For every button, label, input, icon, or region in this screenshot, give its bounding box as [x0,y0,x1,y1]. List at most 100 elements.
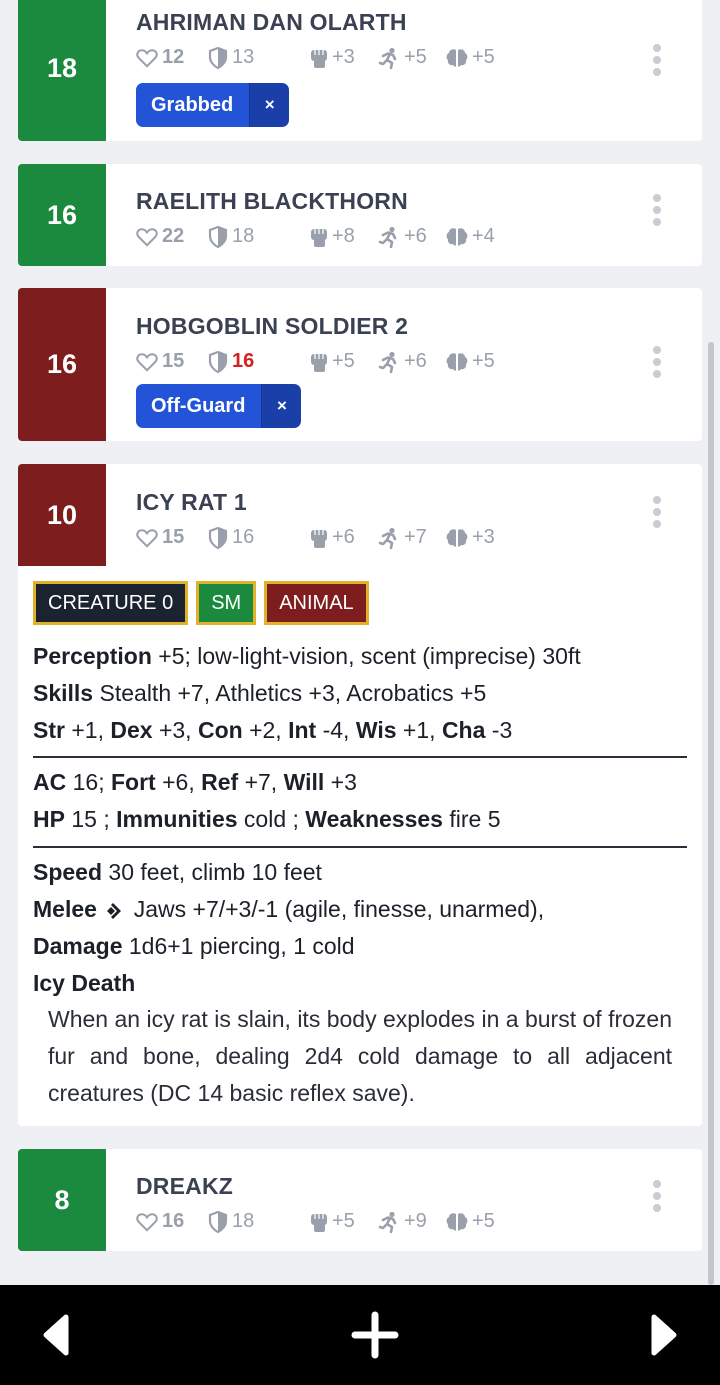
fist-icon [311,49,327,68]
reflex-value: +9 [404,1210,427,1232]
hp-value: 15 [162,350,185,372]
kebab-menu-icon[interactable] [652,194,662,226]
will-value: +3 [472,526,495,548]
fortitude-value: +6 [332,526,355,548]
fortitude-value: +3 [332,46,355,68]
condition-chip[interactable]: Grabbed × [136,83,290,127]
combatant-name: AHRIMAN DAN OLARTH [136,9,407,35]
stat-row: 22 18 +8 +6 +4 [136,225,495,248]
hp-stat: 15 [136,350,208,373]
condition-label[interactable]: Off-Guard [136,384,262,428]
will-value: +5 [472,1210,495,1232]
ac-value: 16 [232,350,255,372]
remove-condition-button[interactable]: × [249,83,290,127]
combatant-name: DREAKZ [136,1173,234,1199]
running-icon [378,226,397,248]
initiative-badge[interactable]: 8 [18,1149,106,1251]
ac-value: 16 [232,526,255,548]
stat-row: 15 16 +6 +7 +3 [136,526,495,549]
type-trait-tag: ANIMAL [264,581,369,625]
fortitude-stat: +3 [310,46,378,69]
heart-icon [136,48,158,68]
hp-line: HP 15 ; Immunities cold ; Weaknesses fir… [33,806,501,832]
stat-row: 12 13 +3 +5 +5 [136,46,495,69]
hp-stat: 16 [136,1210,208,1233]
condition-chip[interactable]: Off-Guard × [136,384,302,428]
kebab-menu-icon[interactable] [652,1180,662,1212]
shield-icon [208,46,228,69]
kebab-menu-icon[interactable] [652,346,662,378]
abilities-line: Str +1, Dex +3, Con +2, Int -4, Wis +1, … [33,717,513,743]
brain-icon [446,1212,468,1231]
initiative-badge[interactable]: 16 [18,288,106,441]
triangle-left-icon[interactable] [42,1313,70,1357]
ac-value: 13 [232,46,255,68]
brain-icon [446,227,468,246]
fist-icon [311,228,327,247]
shield-icon [208,350,228,373]
skills-line: Skills Stealth +7, Athletics +3, Acrobat… [33,680,487,706]
fortitude-value: +5 [332,350,355,372]
reflex-value: +5 [404,46,427,68]
fortitude-stat: +8 [310,225,378,248]
brain-icon [446,48,468,67]
scrollbar[interactable] [708,342,714,1285]
reflex-stat: +7 [378,526,446,549]
initiative-badge[interactable]: 18 [18,0,106,141]
ac-value: 18 [232,1210,255,1232]
condition-label[interactable]: Grabbed [136,83,250,127]
reflex-value: +6 [404,350,427,372]
ac-stat: 16 [208,526,310,549]
ac-stat: 13 [208,46,310,69]
combatant-name: RAELITH BLACKTHORN [136,188,408,214]
ac-stat: 18 [208,1210,310,1233]
will-stat: +5 [446,46,495,69]
triangle-right-icon[interactable] [650,1313,678,1357]
bottom-nav-bar [0,1285,720,1385]
will-stat: +4 [446,225,495,248]
initiative-badge[interactable]: 16 [18,164,106,266]
running-icon [378,527,397,549]
ability-name: Icy Death [33,970,136,996]
statblock-defense: AC 16; Fort +6, Ref +7, Will +3 HP 15 ; … [33,764,687,838]
fortitude-stat: +5 [310,350,378,373]
running-icon [378,47,397,69]
running-icon [378,351,397,373]
statblock-offense: Speed 30 feet, climb 10 feet Melee Jaws … [33,854,687,1002]
initiative-badge[interactable]: 10 [18,464,106,566]
will-value: +5 [472,46,495,68]
trait-tags: CREATURE 0 SM ANIMAL [33,581,377,625]
stat-row: 16 18 +5 +9 +5 [136,1210,495,1233]
combatant-card-expanded[interactable]: 10 ICY RAT 1 15 16 +6 +7 +3 CREATURE 0 S… [18,464,702,1126]
size-trait-tag: SM [196,581,257,625]
fortitude-stat: +6 [310,526,378,549]
statblock-divider [33,846,687,848]
statblock-divider [33,756,687,758]
level-trait-tag: CREATURE 0 [33,581,189,625]
ac-value: 18 [232,225,255,247]
combatant-card[interactable]: 8 DREAKZ 16 18 +5 +9 +5 [18,1149,702,1251]
reflex-stat: +6 [378,350,446,373]
combatant-card[interactable]: 16 HOBGOBLIN SOLDIER 2 15 16 +5 +6 +5 Of… [18,288,702,441]
shield-icon [208,526,228,549]
hp-stat: 22 [136,225,208,248]
combatant-card[interactable]: 16 RAELITH BLACKTHORN 22 18 +8 +6 +4 [18,164,702,266]
reflex-value: +7 [404,526,427,548]
kebab-menu-icon[interactable] [652,44,662,76]
defense-line: AC 16; Fort +6, Ref +7, Will +3 [33,769,357,795]
combatant-card[interactable]: 18 AHRIMAN DAN OLARTH 12 13 +3 +5 +5 Gra… [18,0,702,141]
kebab-menu-icon[interactable] [652,496,662,528]
statblock-senses: Perception +5; low-light-vision, scent (… [33,638,687,749]
heart-icon [136,528,158,548]
hp-value: 12 [162,46,185,68]
reflex-stat: +9 [378,1210,446,1233]
combatant-name: HOBGOBLIN SOLDIER 2 [136,313,409,339]
will-stat: +3 [446,526,495,549]
heart-icon [136,352,158,372]
fist-icon [311,353,327,372]
reflex-stat: +5 [378,46,446,69]
plus-icon[interactable] [351,1311,399,1359]
fist-icon [311,1213,327,1232]
perception-line: Perception +5; low-light-vision, scent (… [33,643,581,669]
remove-condition-button[interactable]: × [261,384,302,428]
